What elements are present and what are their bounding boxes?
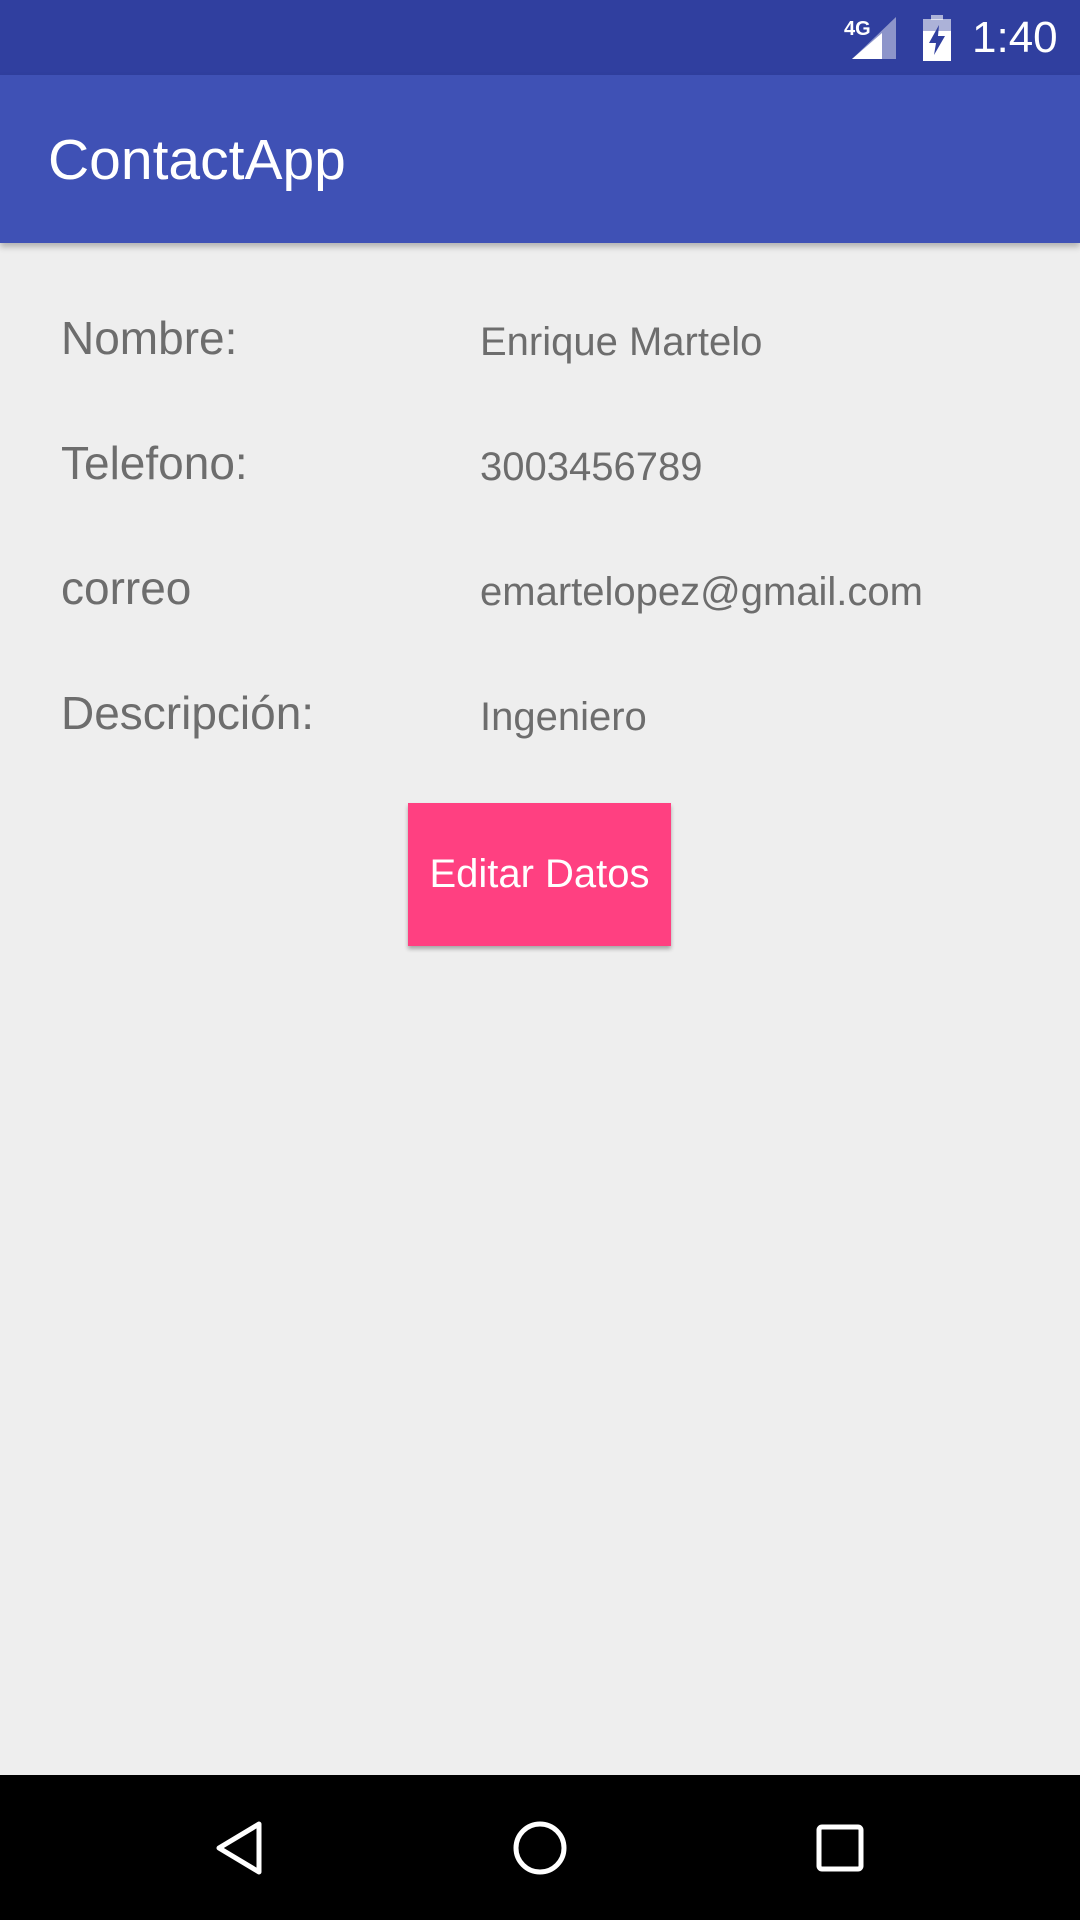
status-bar: 4G 1:40 <box>0 0 1080 75</box>
app-bar: ContactApp <box>0 75 1080 243</box>
edit-data-button[interactable]: Editar Datos <box>408 803 671 946</box>
back-triangle-icon <box>216 1821 262 1875</box>
detail-row-nombre: Nombre: Enrique Martelo <box>0 308 1080 408</box>
telefono-label: Telefono: <box>61 437 248 489</box>
detail-row-correo: correo emartelopez@gmail.com <box>0 558 1080 658</box>
contact-details: Nombre: Enrique Martelo Telefono: 300345… <box>0 243 1080 1775</box>
telefono-value: 3003456789 <box>480 445 703 489</box>
nombre-label: Nombre: <box>61 312 238 364</box>
detail-row-descripcion: Descripción: Ingeniero <box>0 683 1080 783</box>
cell-signal-icon: 4G <box>844 17 896 59</box>
back-button[interactable] <box>196 1803 286 1893</box>
correo-label: correo <box>61 562 192 614</box>
status-clock: 1:40 <box>972 13 1058 62</box>
detail-row-telefono: Telefono: 3003456789 <box>0 433 1080 533</box>
correo-value: emartelopez@gmail.com <box>480 570 923 614</box>
app-title: ContactApp <box>48 128 346 192</box>
nombre-value: Enrique Martelo <box>480 320 763 364</box>
battery-charging-icon <box>923 15 951 61</box>
descripcion-label: Descripción: <box>61 687 315 739</box>
recents-button[interactable] <box>795 1803 885 1893</box>
network-type-label: 4G <box>844 18 871 40</box>
home-circle-icon <box>513 1821 567 1875</box>
recents-square-icon <box>816 1824 864 1872</box>
descripcion-value: Ingeniero <box>480 695 647 739</box>
home-button[interactable] <box>495 1803 585 1893</box>
navigation-bar <box>0 1775 1080 1920</box>
contact-detail-screen: 4G 1:40 ContactApp Nombre: Enrique Marte… <box>0 0 1080 1920</box>
